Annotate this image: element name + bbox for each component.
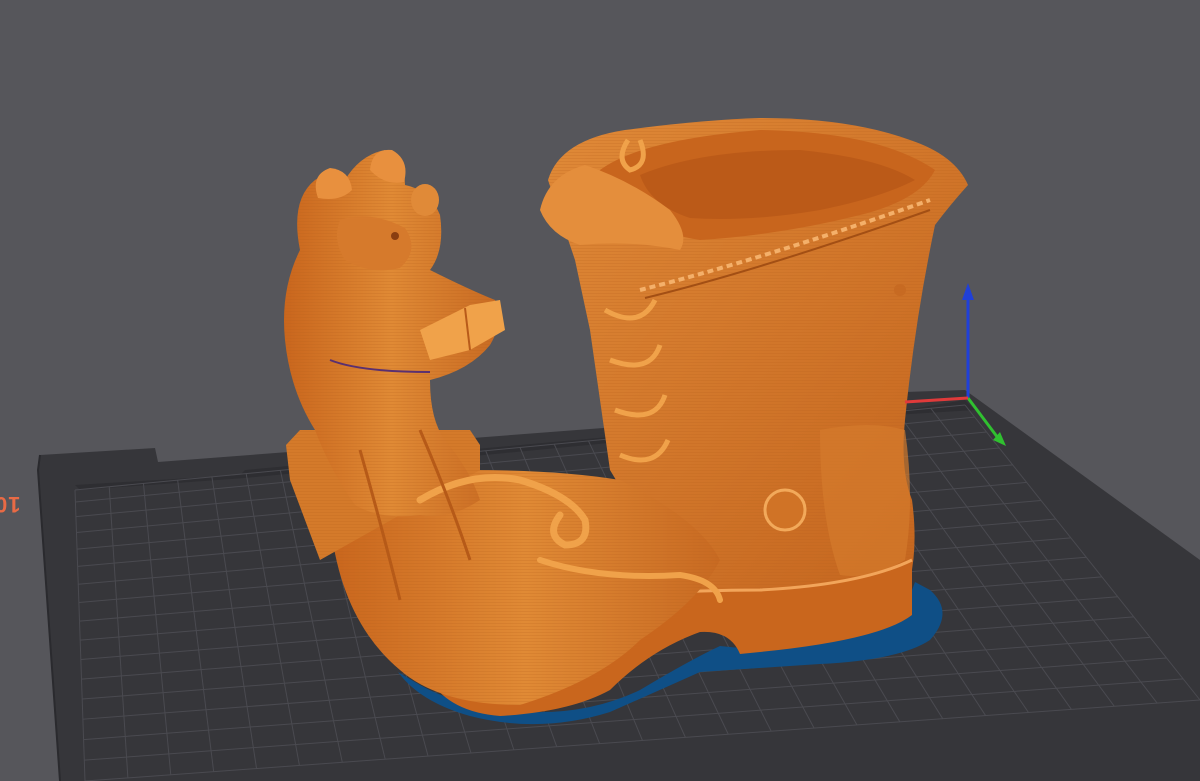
boot-badge: [763, 488, 807, 532]
bed-edge-label: 10: [0, 492, 21, 517]
scene-canvas[interactable]: [0, 0, 1200, 781]
mouse-eye: [391, 232, 399, 240]
3d-viewport[interactable]: 10: [0, 0, 1200, 781]
